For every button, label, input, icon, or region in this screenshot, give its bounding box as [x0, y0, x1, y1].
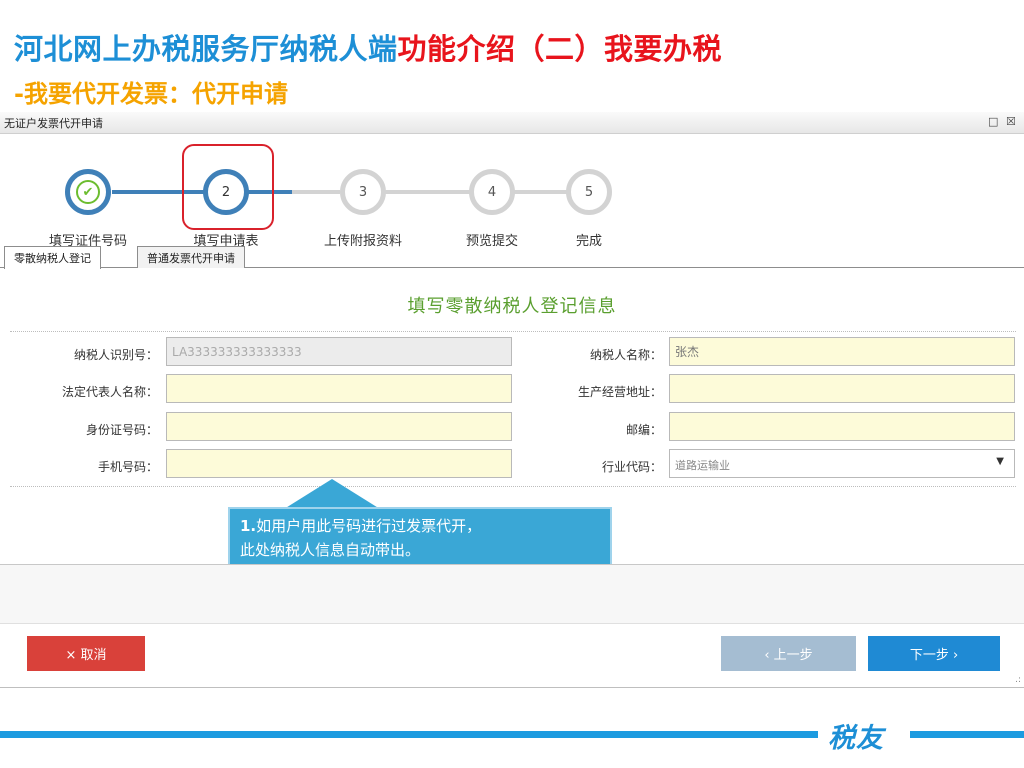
postcode-input[interactable] [669, 412, 1015, 441]
tab-bar: 零散纳税人登记 普通发票代开申请 [0, 242, 1024, 269]
step-1-circle: ✔ [65, 169, 111, 215]
taxpayer-id-input[interactable] [166, 337, 512, 366]
step-connector-4 [514, 190, 568, 194]
taxpayer-name-label: 纳税人名称： [589, 348, 662, 362]
id-card-label: 身份证号码： [85, 423, 158, 437]
step-2-highlight-frame [182, 144, 274, 230]
step-connector-3 [384, 190, 470, 194]
maximize-icon[interactable]: □ [988, 115, 998, 129]
window-title: 无证户发票代开申请 [4, 117, 103, 130]
step-progress: ✔ 2 3 4 5 填写证件号码 填写申请表 上传附报资料 预览提交 完成 [0, 134, 1024, 249]
slide-title: 河北网上办税服务厅纳税人端功能介绍（二）我要办税 [14, 26, 722, 68]
taxpayer-id-label: 纳税人识别号： [73, 348, 158, 362]
form-heading: 填写零散纳税人登记信息 [407, 296, 617, 317]
address-label: 生产经营地址： [577, 385, 662, 399]
taxpayer-name-input[interactable] [669, 337, 1015, 366]
phone-label: 手机号码： [97, 460, 158, 474]
close-icon[interactable]: ☒ [1006, 115, 1016, 129]
brand-logo: 税友 [828, 723, 884, 754]
previous-step-button[interactable]: ‹ 上一步 [721, 636, 856, 671]
callout-line-1: 如用户用此号码进行过发票代开， [256, 517, 482, 535]
callout-line-2: 此处纳税人信息自动带出。 [240, 541, 421, 559]
caret-down-icon: ▼ [996, 456, 1004, 467]
cancel-button[interactable]: × 取消 [27, 636, 145, 671]
postcode-label: 邮编： [625, 423, 662, 437]
footer-line-left [0, 731, 818, 738]
window-titlebar: 无证户发票代开申请 □ ☒ [0, 112, 1024, 134]
footer-line-right [910, 731, 1024, 738]
form-divider-top [10, 331, 1016, 332]
next-step-button[interactable]: 下一步 › [868, 636, 1000, 671]
form-divider-bottom [10, 486, 1016, 487]
legal-rep-input[interactable] [166, 374, 512, 403]
window-footer-band [0, 564, 1024, 624]
address-input[interactable] [669, 374, 1015, 403]
slide-title-main: 河北网上办税服务厅纳税人端 [14, 32, 398, 66]
resize-grip-icon[interactable]: .: [1015, 675, 1021, 685]
step-3-circle: 3 [340, 169, 386, 215]
industry-code-value: 道路运输业 [675, 459, 730, 472]
check-icon: ✔ [76, 180, 100, 204]
step-5-circle: 5 [566, 169, 612, 215]
callout-note: 1.如用户用此号码进行过发票代开， 此处纳税人信息自动带出。 [228, 507, 612, 569]
slide-subtitle: -我要代开发票：代开申请 [14, 80, 288, 108]
tab-scattered-taxpayer-registration[interactable]: 零散纳税人登记 [4, 246, 101, 269]
tab-ordinary-invoice-application[interactable]: 普通发票代开申请 [137, 246, 245, 268]
phone-input[interactable] [166, 449, 512, 478]
step-4-circle: 4 [469, 169, 515, 215]
step-connector-2b [292, 190, 340, 194]
legal-rep-label: 法定代表人名称： [61, 385, 158, 399]
callout-pointer [284, 479, 380, 509]
industry-code-label: 行业代码： [601, 460, 662, 474]
id-card-input[interactable] [166, 412, 512, 441]
callout-prefix: 1. [240, 517, 257, 535]
slide-title-highlight: 功能介绍（二）我要办税 [397, 32, 723, 66]
invoice-application-window: 无证户发票代开申请 □ ☒ ✔ 2 3 4 5 填写证件号码 填写申请表 上传附… [0, 112, 1024, 688]
industry-code-select[interactable]: 道路运输业 ▼ [669, 449, 1015, 478]
